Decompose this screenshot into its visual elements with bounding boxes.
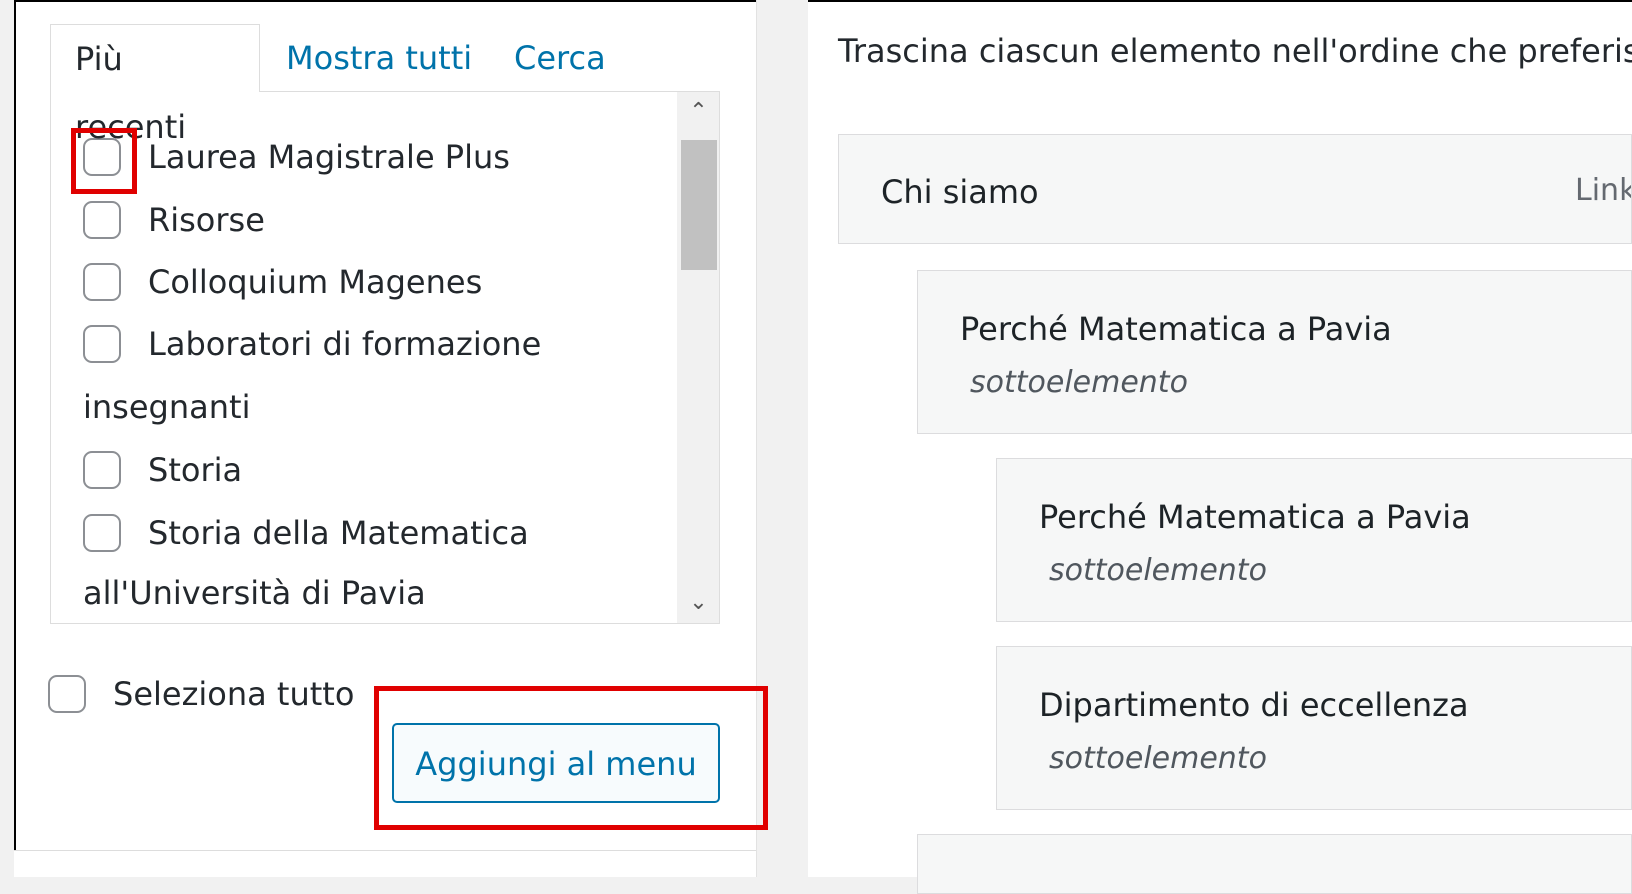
select-all-checkbox[interactable] [48,675,86,713]
menu-item-subitem[interactable]: Perché Matematica a Pavia sottoelemento [917,270,1632,434]
chevron-down-icon[interactable]: ⌄ [677,583,719,623]
screenshot-frame: Più recenti Mostra tutti Cerca Laurea Ma… [0,0,1632,894]
tab-view-all[interactable]: Mostra tutti [262,24,496,92]
pages-checklist: Laurea Magistrale Plus Risorse Colloquiu… [50,91,720,624]
scroll-thumb[interactable] [681,140,717,270]
list-item[interactable]: Storia [83,445,242,495]
list-item-label: Colloquium Magenes [148,263,483,301]
checkbox[interactable] [83,263,121,301]
list-item-label: Laurea Magistrale Plus [148,138,510,176]
highlight-box-button [374,686,768,830]
menu-item-title: Dipartimento di eccellenza [1039,686,1469,724]
menu-item-subtitle: sottoelemento [970,365,1188,400]
highlight-box-checkbox [71,128,137,194]
menu-item-title: Chi siamo [881,173,1039,211]
checkbox[interactable] [83,451,121,489]
list-item-label: Laboratori di formazione [148,325,542,363]
checkbox[interactable] [83,325,121,363]
menu-item-subtitle: sottoelemento [1049,553,1267,588]
checkbox[interactable] [83,514,121,552]
next-accordion-section[interactable] [14,850,756,877]
checkbox[interactable] [83,201,121,239]
menu-item-subitem[interactable]: Dipartimento di eccellenza sottoelemento [996,646,1632,810]
chevron-up-icon[interactable]: ⌃ [677,92,719,132]
select-all-label: Seleziona tutto [113,675,355,713]
menu-item-partial[interactable] [917,834,1632,894]
menu-item-title: Perché Matematica a Pavia [1039,498,1471,536]
list-item-label: Risorse [148,201,265,239]
list-scrollbar[interactable]: ⌃ ⌄ [677,92,719,623]
list-item[interactable]: Laboratori di formazione [83,319,541,369]
menu-instructions: Trascina ciascun elemento nell'ordine ch… [838,32,1632,70]
pages-checklist-viewport: Laurea Magistrale Plus Risorse Colloquiu… [51,92,676,623]
list-item-label: Storia [148,451,243,489]
list-item[interactable]: Storia della Matematica [83,508,529,558]
list-item-label-continuation: insegnanti [83,388,251,426]
tab-most-recent[interactable]: Più recenti [50,24,260,146]
menu-item-title: Perché Matematica a Pavia [960,310,1392,348]
list-item[interactable]: Colloquium Magenes [83,257,482,307]
menu-item-subitem[interactable]: Perché Matematica a Pavia sottoelemento [996,458,1632,622]
menu-item-chi-siamo[interactable]: Chi siamo Link [838,134,1632,244]
list-item[interactable]: Risorse [83,195,265,245]
list-item-label-continuation: all'Università di Pavia [83,574,426,612]
tab-search[interactable]: Cerca [490,24,630,92]
select-all-control[interactable]: Seleziona tutto [48,675,354,713]
list-item-label: Storia della Matematica [148,514,529,552]
menu-item-subtitle: sottoelemento [1049,741,1267,776]
menu-item-type: Link [1575,173,1632,208]
